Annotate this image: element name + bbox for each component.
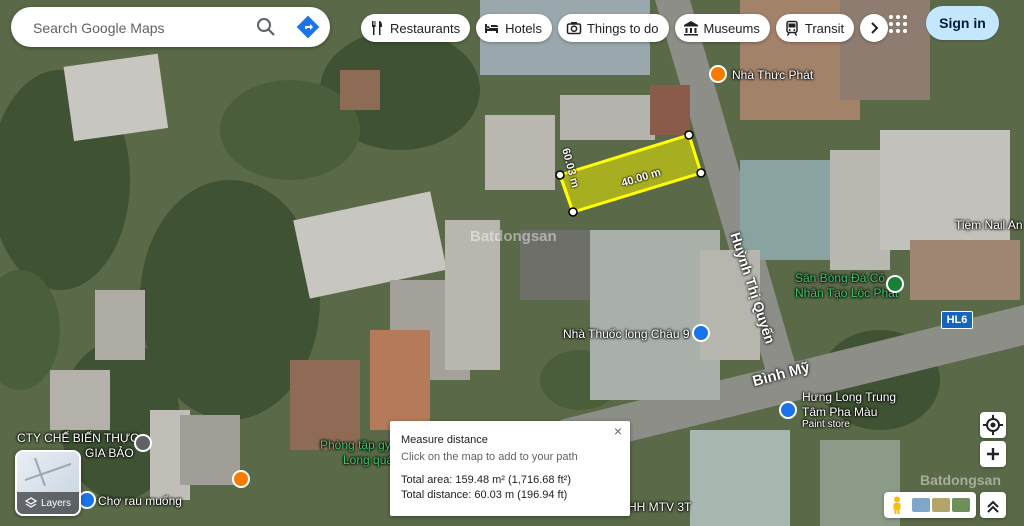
place-label-cho-rau[interactable]: Chợ rau muống: [98, 494, 182, 508]
directions-icon[interactable]: [296, 15, 320, 39]
store-pin-icon[interactable]: [779, 401, 797, 419]
zoom-in-button[interactable]: [980, 441, 1006, 467]
chevron-up-icon: [987, 500, 999, 513]
place-label-phong-tap-1[interactable]: Phòng tập gy: [320, 438, 391, 452]
chip-museums[interactable]: Museums: [674, 14, 770, 42]
place-label-cty-1[interactable]: CTY CHẾ BIẾN THỰC: [17, 431, 139, 445]
plus-icon: [987, 448, 999, 460]
road-badge-hl6: HL6: [941, 311, 973, 329]
chip-label: Museums: [703, 20, 760, 36]
restaurant-pin-icon[interactable]: [232, 470, 250, 488]
place-label-mtv[interactable]: HH MTV 3T: [628, 500, 691, 514]
shopping-pin-icon[interactable]: [709, 65, 727, 83]
imagery-thumbnail-2[interactable]: [932, 498, 950, 512]
chevron-right-icon: [871, 22, 879, 34]
sign-in-button[interactable]: Sign in: [926, 6, 999, 40]
search-box[interactable]: [11, 7, 330, 49]
place-label-san-bong-2[interactable]: Nhân Tạo Lộc Phát: [795, 286, 898, 300]
chip-label: Transit: [804, 20, 845, 36]
train-icon: [786, 20, 798, 36]
chip-hotels[interactable]: Hotels: [476, 14, 552, 42]
measure-hint: Click on the map to add to your path: [401, 451, 578, 463]
chips-next-button[interactable]: [860, 14, 889, 42]
sports-pin-icon[interactable]: [886, 275, 904, 293]
layers-label: Layers: [40, 497, 71, 509]
pegman-icon[interactable]: [890, 496, 904, 514]
layers-label-bar: Layers: [17, 492, 79, 514]
measure-title: Measure distance: [401, 434, 488, 446]
search-icon[interactable]: [254, 15, 278, 39]
place-category-paint-store: Paint store: [802, 419, 850, 430]
my-location-button[interactable]: [980, 412, 1006, 438]
layers-icon: [24, 497, 37, 508]
chip-label: Things to do: [586, 20, 659, 36]
business-pin-icon[interactable]: [134, 434, 152, 452]
category-chips: Restaurants Hotels Things to do Museums …: [361, 14, 889, 42]
chip-transit[interactable]: Transit: [775, 14, 855, 42]
chip-restaurants[interactable]: Restaurants: [361, 14, 471, 42]
map-thumbnail: [25, 458, 71, 486]
place-label-tiem-nail[interactable]: Tiệm Nail An: [955, 218, 1023, 232]
imagery-thumbnail-1[interactable]: [912, 498, 930, 512]
pharmacy-pin-icon[interactable]: [692, 324, 710, 342]
search-input[interactable]: [31, 7, 255, 49]
measure-distance-panel: × Measure distance Click on the map to a…: [390, 421, 630, 516]
place-label-nha-thuoc[interactable]: Nhà Thuốc long Châu 9: [563, 327, 690, 341]
total-area: Total area: 159.48 m² (1,716.68 ft²): [401, 474, 571, 486]
chip-label: Hotels: [505, 20, 542, 36]
place-label-san-bong-1[interactable]: Sân Bóng Đá Cỏ: [795, 271, 885, 285]
layers-button[interactable]: Layers: [15, 450, 81, 516]
place-label-hung-long-1[interactable]: Hưng Long Trung: [802, 390, 896, 404]
location-crosshair-icon: [983, 415, 1003, 435]
street-view-strip[interactable]: [884, 492, 976, 518]
place-label-nha-thuc-phat[interactable]: Nhà Thức Phát: [732, 68, 813, 82]
imagery-thumbnail-3[interactable]: [952, 498, 970, 512]
chip-things-to-do[interactable]: Things to do: [557, 14, 669, 42]
total-distance: Total distance: 60.03 m (196.94 ft): [401, 489, 568, 501]
watermark-brand-corner: Batdongsan: [920, 472, 1001, 488]
apps-grid-icon[interactable]: [887, 13, 909, 35]
place-label-phong-tap-2[interactable]: Long quá: [343, 453, 393, 467]
place-label-hung-long-2[interactable]: Tâm Pha Màu: [802, 405, 877, 419]
close-measure-button[interactable]: ×: [610, 423, 626, 439]
bed-icon: [485, 24, 499, 33]
chip-label: Restaurants: [390, 20, 461, 36]
place-label-cty-2[interactable]: GIA BẢO: [85, 446, 134, 460]
fork-knife-icon: [372, 21, 382, 35]
museum-icon: [683, 21, 698, 36]
camera-icon: [566, 22, 582, 35]
expand-button[interactable]: [980, 492, 1006, 518]
watermark-brand: Batdongsan: [470, 228, 557, 245]
